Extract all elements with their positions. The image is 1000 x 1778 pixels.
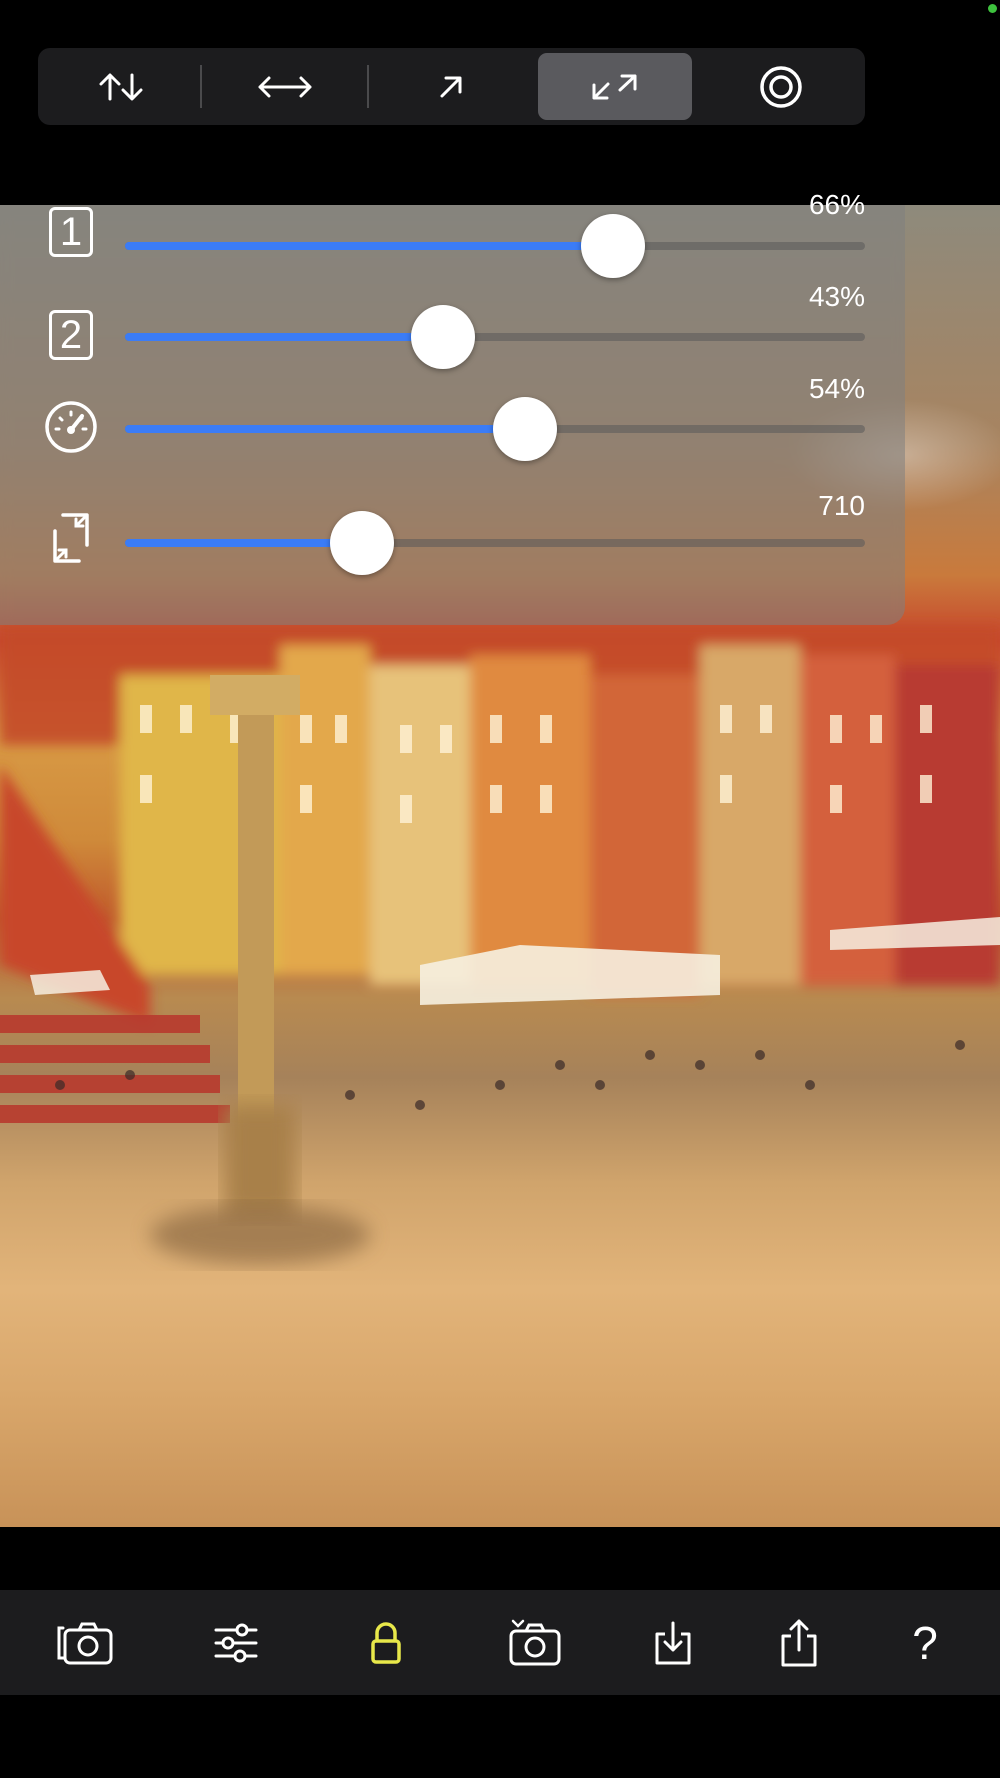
slider-1-value: 66% bbox=[808, 189, 865, 220]
blur-mode-toolbar bbox=[38, 48, 865, 125]
number-2-icon: 2 bbox=[44, 308, 98, 362]
slider-row-4: 710 bbox=[0, 490, 905, 583]
adjustments-button[interactable] bbox=[201, 1608, 271, 1678]
diagonal-arrow-icon bbox=[440, 76, 462, 97]
help-icon: ? bbox=[912, 1617, 938, 1669]
save-download-icon bbox=[655, 1621, 691, 1665]
switch-camera-button[interactable] bbox=[51, 1608, 121, 1678]
toolbar-divider bbox=[200, 65, 202, 108]
resize-frame-icon bbox=[44, 511, 98, 565]
slider-1-track[interactable] bbox=[125, 214, 865, 278]
slider-2-thumb[interactable] bbox=[411, 305, 476, 369]
mode-vertical-button[interactable] bbox=[44, 53, 198, 120]
lock-icon bbox=[371, 1622, 401, 1664]
vertical-arrows-icon bbox=[99, 73, 143, 100]
slider-3-fill bbox=[125, 425, 525, 433]
slider-4-fill bbox=[125, 539, 362, 547]
capture-photo-button[interactable] bbox=[500, 1608, 570, 1678]
help-button[interactable]: ? bbox=[890, 1608, 960, 1678]
slider-2-fill bbox=[125, 333, 444, 341]
speedometer-icon bbox=[44, 400, 98, 454]
slider-2-value: 43% bbox=[808, 281, 865, 312]
sliders-icon bbox=[214, 1623, 258, 1663]
toolbar-divider bbox=[367, 65, 369, 108]
camera-capture-icon bbox=[509, 1619, 561, 1666]
slider-4-thumb[interactable] bbox=[329, 511, 394, 575]
slider-1-thumb[interactable] bbox=[581, 214, 646, 278]
slider-row-2: 2 43% bbox=[0, 281, 905, 378]
slider-row-3: 54% bbox=[0, 373, 905, 470]
bottom-toolbar: ? bbox=[0, 1590, 1000, 1695]
slider-4-value: 710 bbox=[818, 490, 865, 521]
slider-2-track[interactable] bbox=[125, 305, 865, 369]
share-button[interactable] bbox=[764, 1608, 834, 1678]
expand-diagonal-arrows-icon bbox=[592, 74, 637, 99]
mode-horizontal-button[interactable] bbox=[208, 53, 362, 120]
mode-diagonal-button[interactable] bbox=[374, 53, 528, 120]
switch-camera-icon bbox=[57, 1622, 113, 1665]
slider-4-track[interactable] bbox=[125, 511, 865, 575]
slider-3-thumb[interactable] bbox=[492, 397, 557, 461]
lock-button[interactable] bbox=[351, 1608, 421, 1678]
mode-radial-button[interactable] bbox=[704, 53, 858, 120]
slider-3-track[interactable] bbox=[125, 397, 865, 461]
slider-1-fill bbox=[125, 242, 614, 250]
horizontal-arrows-icon bbox=[258, 76, 312, 97]
adjustment-panel: 1 66% 2 43% 54% 710 bbox=[0, 189, 905, 625]
number-1-icon: 1 bbox=[44, 205, 98, 259]
share-icon bbox=[781, 1619, 817, 1667]
slider-3-value: 54% bbox=[808, 373, 865, 404]
radial-target-icon bbox=[760, 65, 802, 108]
status-indicator-dot bbox=[988, 4, 997, 13]
mode-expand-button[interactable] bbox=[538, 53, 692, 120]
slider-row-1: 1 66% bbox=[0, 189, 905, 285]
save-button[interactable] bbox=[638, 1608, 708, 1678]
